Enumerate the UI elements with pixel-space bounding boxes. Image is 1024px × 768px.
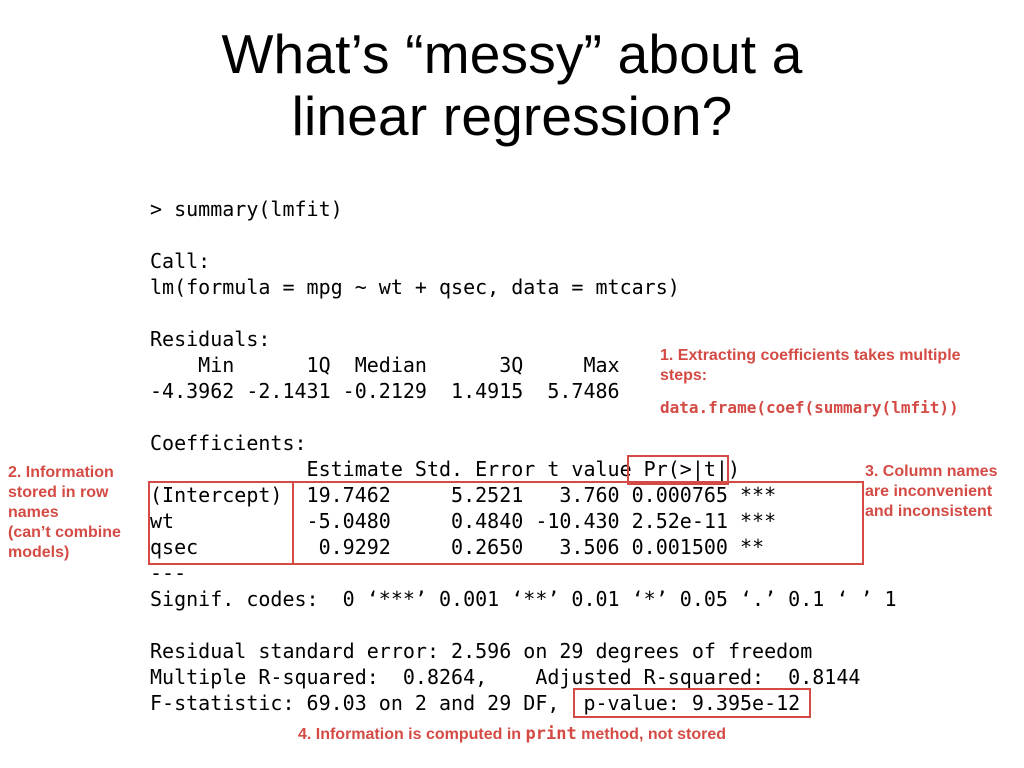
slide: What’s “messy” about a linear regression…	[0, 0, 1024, 768]
annotation-3: 3. Column names are inconvenient and inc…	[865, 462, 1015, 522]
annotation-4-part1: 4. Information is computed in	[298, 726, 526, 743]
code-block: > summary(lmfit) Call: lm(formula = mpg …	[150, 196, 897, 716]
annotation-4: 4. Information is computed in print meth…	[0, 724, 1024, 745]
annotation-4-part2: method, not stored	[577, 726, 726, 743]
title-line-1: What’s “messy” about a	[221, 23, 802, 85]
slide-title: What’s “messy” about a linear regression…	[0, 24, 1024, 147]
annotation-1-code: data.frame(coef(summary(lmfit))	[660, 398, 959, 417]
annotation-2: 2. Information stored in row names (can’…	[8, 463, 146, 563]
annotation-1-text: 1. Extracting coefficients takes multipl…	[660, 347, 961, 384]
annotation-1: 1. Extracting coefficients takes multipl…	[660, 346, 970, 386]
annotation-4-code: print	[526, 724, 577, 744]
title-line-2: linear regression?	[292, 85, 733, 147]
